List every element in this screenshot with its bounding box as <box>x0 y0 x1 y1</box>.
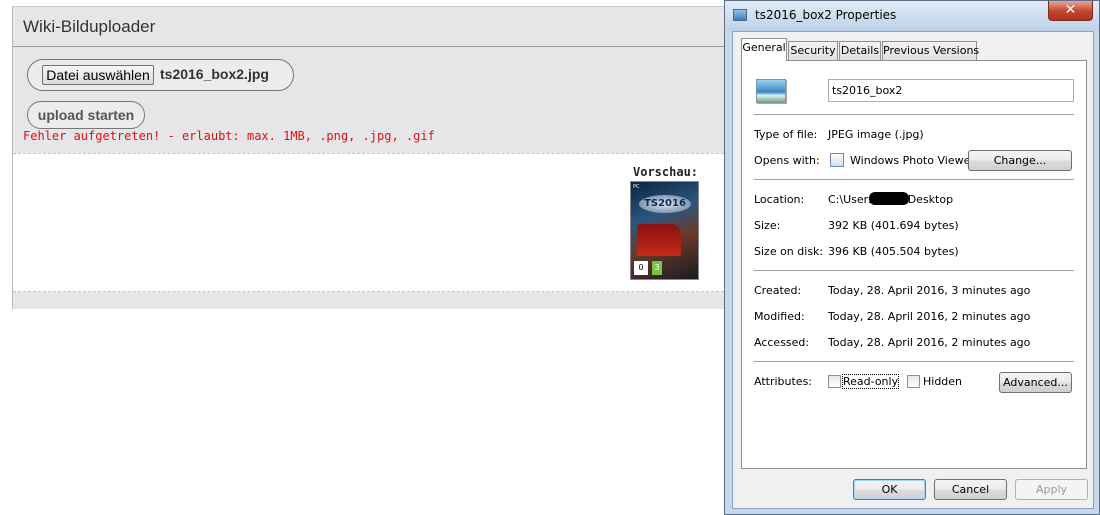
preview-label: Vorschau: <box>633 165 699 179</box>
separator <box>754 361 1074 362</box>
properties-dialog: ts2016_box2 Properties ✕ General Securit… <box>724 0 1100 515</box>
image-file-icon <box>733 9 747 21</box>
advanced-button[interactable]: Advanced... <box>999 372 1072 393</box>
tab-details[interactable]: Details <box>839 41 881 60</box>
file-name-field[interactable]: ts2016_box2 <box>828 79 1074 102</box>
close-button[interactable]: ✕ <box>1048 1 1093 21</box>
dialog-body: General Security Details Previous Versio… <box>732 31 1094 509</box>
separator <box>754 114 1074 115</box>
separator <box>754 179 1074 180</box>
read-only-checkbox[interactable] <box>828 375 841 388</box>
size-label: Size: <box>754 219 781 232</box>
cancel-button[interactable]: Cancel <box>934 479 1007 500</box>
attributes-label: Attributes: <box>754 375 813 388</box>
modified-label: Modified: <box>754 310 805 323</box>
preview-area: Vorschau: PC TS2016 0 3 <box>13 153 734 292</box>
selected-file-name: ts2016_box2.jpg <box>160 66 269 82</box>
opens-with-value: Windows Photo Viewer <box>850 154 975 167</box>
preview-train-graphic <box>637 224 681 256</box>
preview-platform-text: PC <box>633 184 640 190</box>
apply-button[interactable]: Apply <box>1015 479 1088 500</box>
choose-file-button[interactable]: Datei auswählen <box>42 65 154 85</box>
opens-with-label: Opens with: <box>754 154 820 167</box>
modified-value: Today, 28. April 2016, 2 minutes ago <box>828 310 1031 323</box>
upload-start-button[interactable]: upload starten <box>27 101 145 129</box>
error-message: Fehler aufgetreten! - erlaubt: max. 1MB,… <box>23 129 435 143</box>
redacted-username <box>869 192 909 205</box>
preview-image: PC TS2016 0 3 <box>630 181 699 280</box>
wiki-uploader-panel: Wiki-Bilduploader Datei auswählen ts2016… <box>12 6 734 309</box>
general-tab-panel: ts2016_box2 Type of file: JPEG image (.j… <box>741 60 1087 469</box>
hidden-label[interactable]: Hidden <box>923 375 962 388</box>
created-value: Today, 28. April 2016, 3 minutes ago <box>828 284 1031 297</box>
uploader-title: Wiki-Bilduploader <box>13 7 734 47</box>
preview-age-rating-2: 3 <box>652 261 662 275</box>
tab-general[interactable]: General <box>741 38 787 61</box>
dialog-titlebar[interactable]: ts2016_box2 Properties ✕ <box>725 1 1099 31</box>
photo-viewer-icon <box>830 153 844 167</box>
read-only-label[interactable]: Read-only <box>841 374 900 389</box>
preview-age-rating: 0 <box>634 261 648 275</box>
file-chooser-row: Datei auswählen ts2016_box2.jpg <box>27 59 294 91</box>
size-on-disk-value: 396 KB (405.504 bytes) <box>828 245 959 258</box>
tab-security[interactable]: Security <box>788 41 838 60</box>
accessed-value: Today, 28. April 2016, 2 minutes ago <box>828 336 1031 349</box>
tab-previous-versions[interactable]: Previous Versions <box>882 41 979 60</box>
accessed-label: Accessed: <box>754 336 810 349</box>
image-file-icon <box>756 79 786 103</box>
change-button[interactable]: Change... <box>968 150 1072 171</box>
size-value: 392 KB (401.694 bytes) <box>828 219 959 232</box>
separator <box>754 270 1074 271</box>
type-label: Type of file: <box>754 128 818 141</box>
ok-button[interactable]: OK <box>853 479 926 500</box>
size-on-disk-label: Size on disk: <box>754 245 824 258</box>
created-label: Created: <box>754 284 802 297</box>
type-value: JPEG image (.jpg) <box>828 128 924 141</box>
location-value-end: \Desktop <box>904 193 954 206</box>
location-label: Location: <box>754 193 805 206</box>
hidden-checkbox[interactable] <box>907 375 920 388</box>
preview-logo: TS2016 <box>639 195 691 213</box>
dialog-title: ts2016_box2 Properties <box>755 8 897 22</box>
